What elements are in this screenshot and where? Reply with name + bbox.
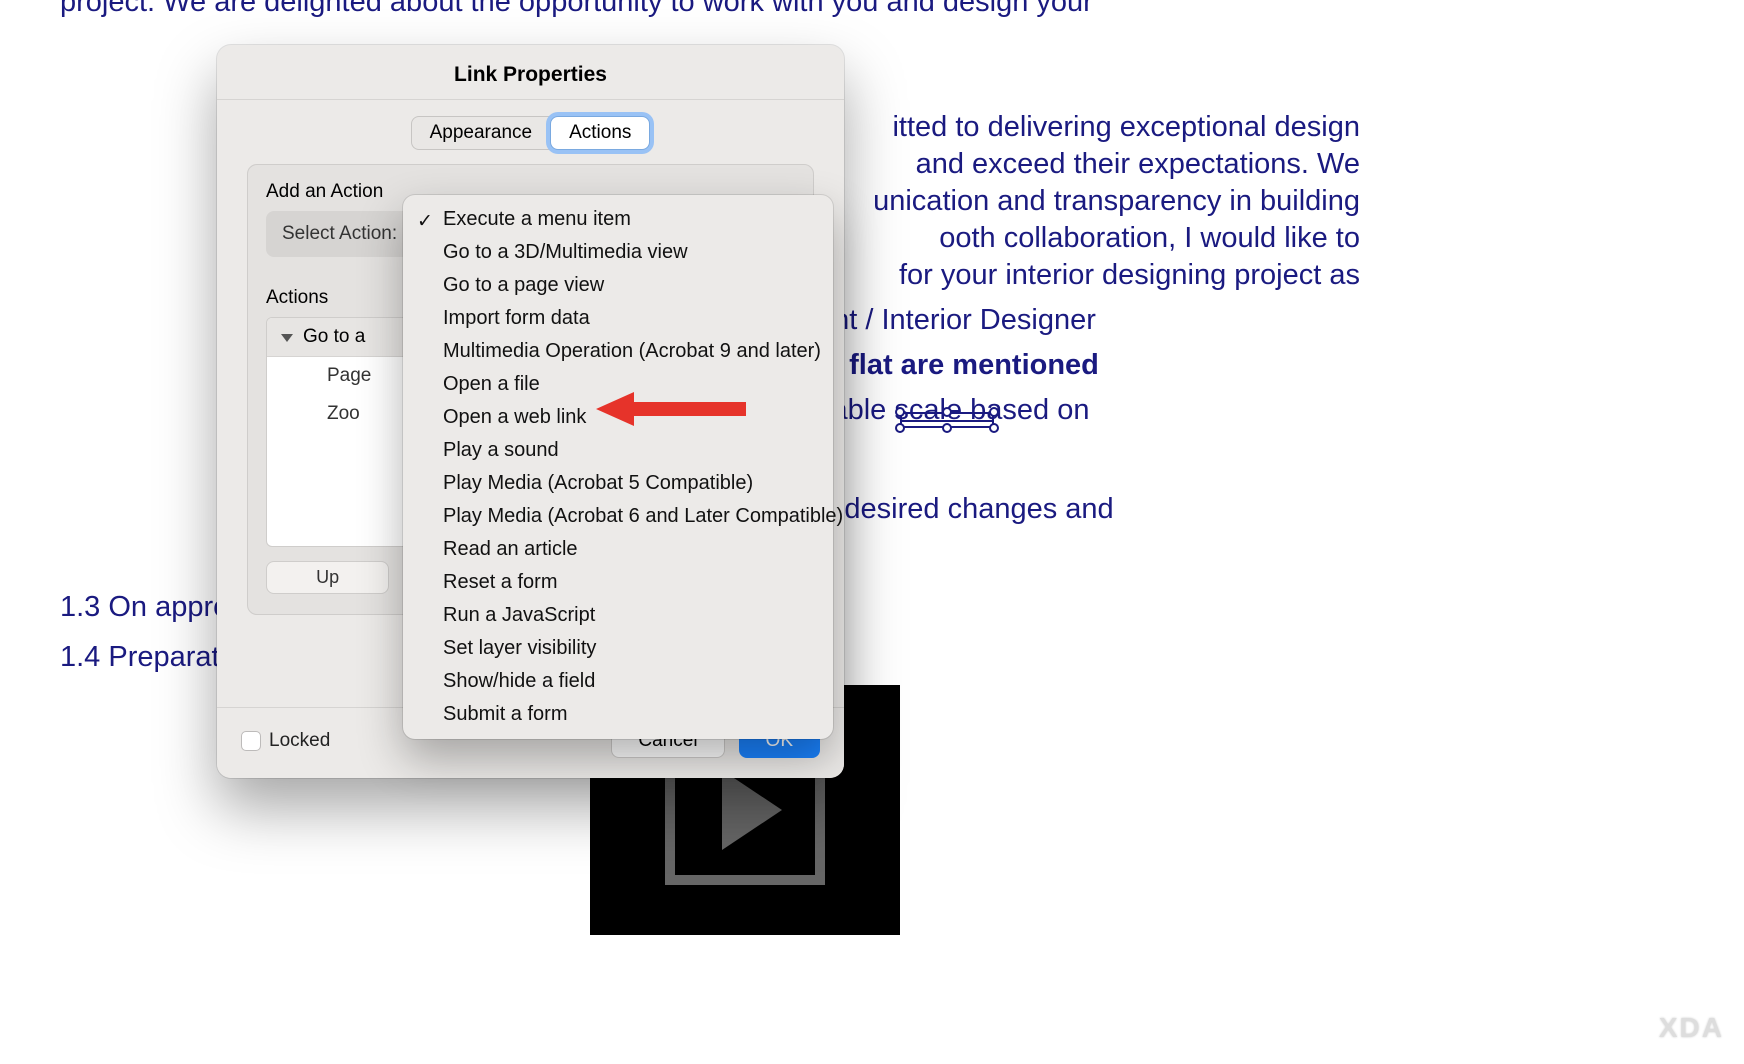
watermark: XDA [1659,1012,1724,1044]
menu-item-open-web-link[interactable]: Open a web link [403,401,833,434]
play-icon [722,770,782,850]
menu-item-read-article[interactable]: Read an article [403,533,833,566]
chevron-down-icon [281,334,293,342]
menu-item-play-media-6[interactable]: Play Media (Acrobat 6 and Later Compatib… [403,500,833,533]
menu-item-reset-form[interactable]: Reset a form [403,566,833,599]
link-selection-handles[interactable] [900,406,994,434]
menu-item-run-js[interactable]: Run a JavaScript [403,599,833,632]
check-icon: ✓ [417,210,433,233]
menu-item-execute-menu[interactable]: ✓Execute a menu item [403,203,833,236]
menu-item-play-media-5[interactable]: Play Media (Acrobat 5 Compatible) [403,467,833,500]
menu-item-show-hide-field[interactable]: Show/hide a field [403,665,833,698]
dialog-tabs: Appearance Actions [217,116,844,150]
select-action-menu: ✓Execute a menu item Go to a 3D/Multimed… [403,195,833,739]
tab-appearance[interactable]: Appearance [411,116,550,150]
tab-actions[interactable]: Actions [550,116,650,150]
locked-checkbox[interactable]: Locked [241,730,330,752]
menu-item-3d-view[interactable]: Go to a 3D/Multimedia view [403,236,833,269]
menu-item-multimedia-op[interactable]: Multimedia Operation (Acrobat 9 and late… [403,335,833,368]
menu-item-play-sound[interactable]: Play a sound [403,434,833,467]
checkbox-icon [241,731,261,751]
body-text: project. We are delighted about the oppo… [60,0,1360,25]
menu-item-layer-visibility[interactable]: Set layer visibility [403,632,833,665]
menu-item-open-file[interactable]: Open a file [403,368,833,401]
up-button[interactable]: Up [266,561,389,594]
menu-item-page-view[interactable]: Go to a page view [403,269,833,302]
menu-item-import-form[interactable]: Import form data [403,302,833,335]
menu-item-submit-form[interactable]: Submit a form [403,698,833,731]
dialog-title: Link Properties [217,45,844,100]
